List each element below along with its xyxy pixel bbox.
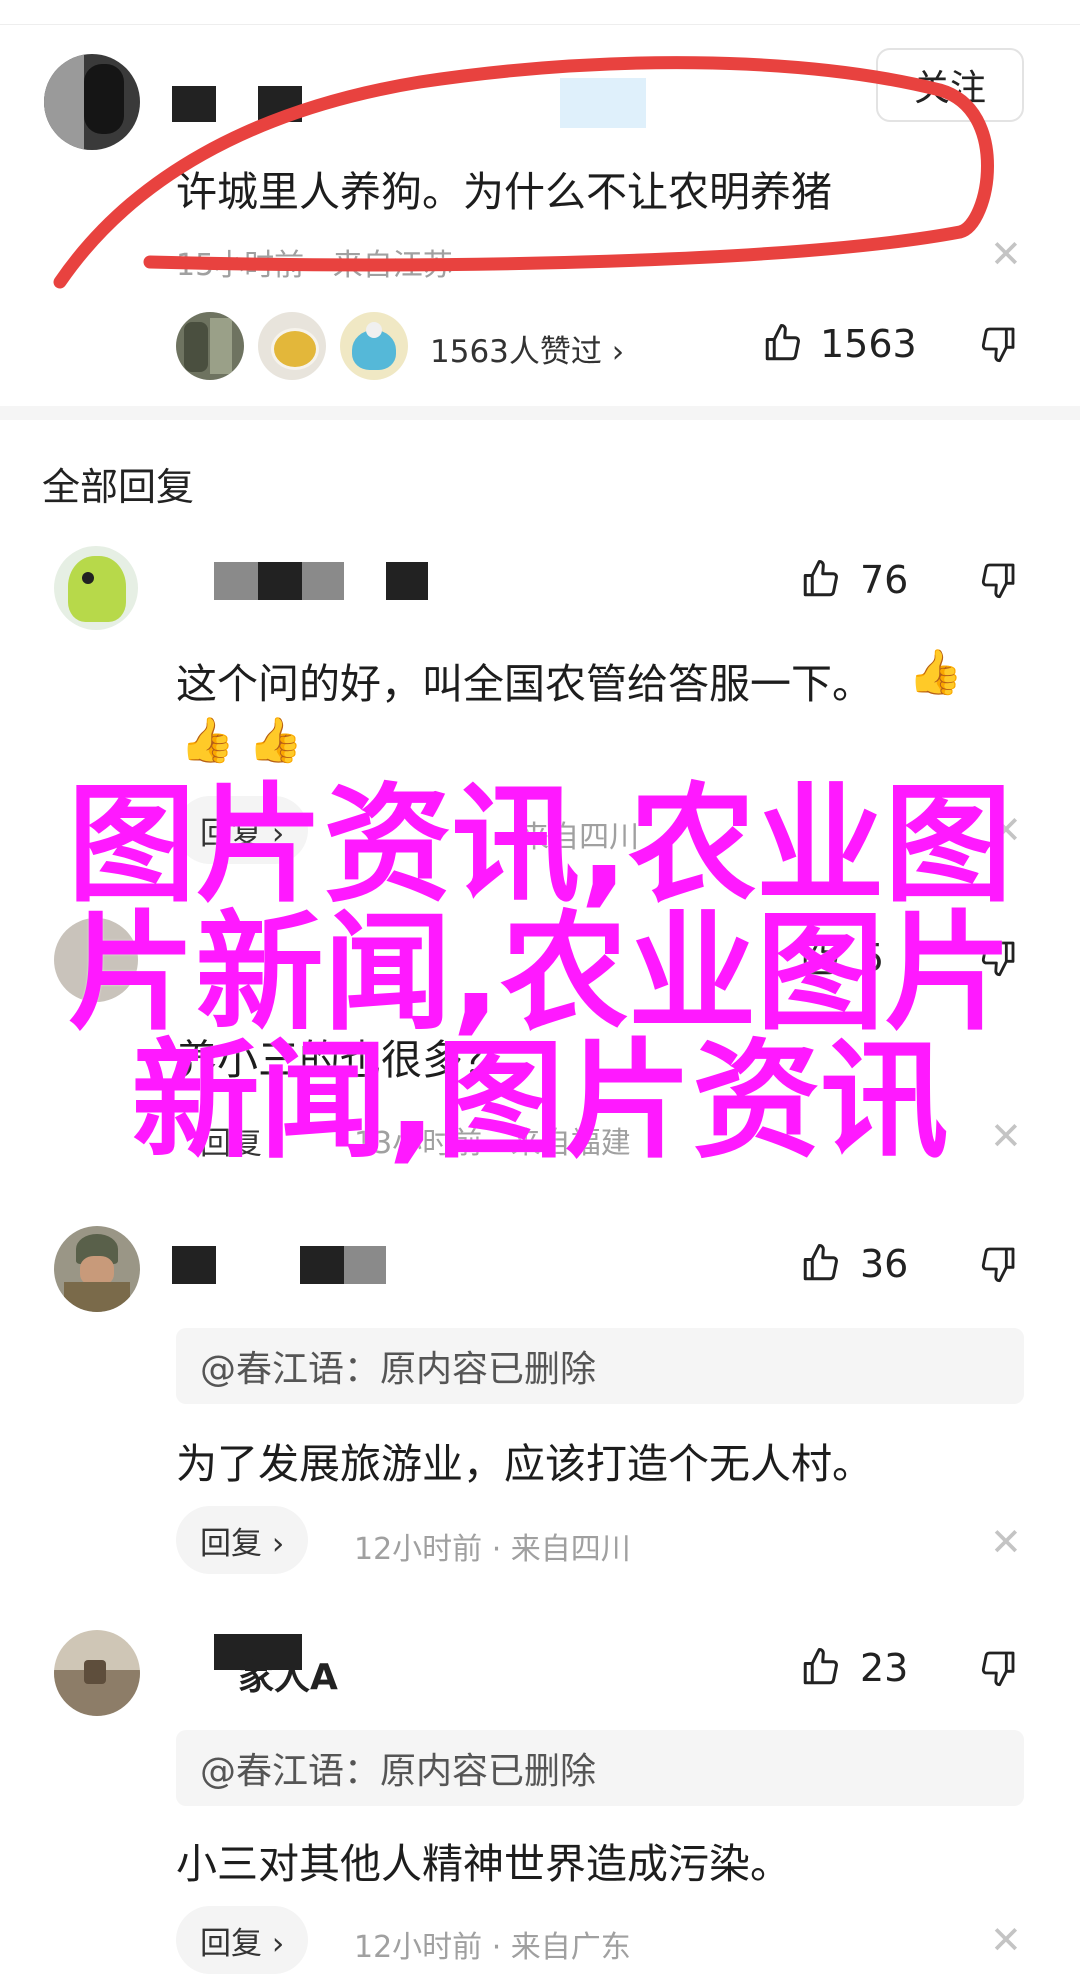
commenter-name-redacted (172, 1246, 216, 1284)
quoted-reply[interactable]: @春江语：原内容已删除 (176, 1328, 1024, 1404)
watermark-overlay-line3: 新闻,图片资讯 (131, 1027, 949, 1176)
likers-summary-link[interactable]: 1563人赞过 › (430, 326, 624, 371)
liker-avatar[interactable] (258, 312, 326, 380)
commenter-avatar[interactable] (54, 546, 138, 630)
commenter-name: 家人A (238, 1657, 338, 1698)
thumbs-up-emoji: 👍 (248, 715, 303, 766)
commenter-name-redacted (302, 562, 344, 600)
like-count: 23 (860, 1646, 909, 1690)
commenter-name-redacted (344, 1246, 386, 1284)
reply-button[interactable]: 回复 › (176, 1506, 309, 1574)
liker-avatar[interactable] (340, 312, 408, 380)
commenter-name-redacted (258, 562, 302, 600)
reply-button[interactable]: 回复 › (176, 1906, 309, 1974)
like-icon[interactable] (762, 322, 804, 364)
section-title: 全部回复 (42, 465, 195, 509)
commenter-avatar[interactable] (54, 1226, 140, 1312)
like-icon[interactable] (800, 1242, 842, 1284)
like-icon[interactable] (800, 558, 842, 600)
like-count: 36 (860, 1242, 909, 1286)
commenter-name-redacted (386, 562, 428, 600)
red-ellipse-annotation (53, 56, 994, 289)
dislike-icon[interactable] (978, 1648, 1018, 1688)
commenter-avatar[interactable] (54, 1630, 140, 1716)
dislike-icon[interactable] (978, 560, 1018, 600)
close-icon[interactable]: ✕ (990, 1918, 1022, 1962)
close-icon[interactable]: ✕ (990, 1520, 1022, 1564)
liker-avatar[interactable] (176, 312, 244, 380)
watermark-overlay-line2: 片新闻,农业图片 (67, 899, 1013, 1048)
dislike-icon[interactable] (978, 1244, 1018, 1284)
comment-text: 这个问的好，叫全国农管给答服一下。 (176, 660, 873, 708)
thumbs-up-emoji: 👍 (180, 715, 235, 766)
commenter-name-redacted (300, 1246, 344, 1284)
like-count: 76 (860, 558, 909, 602)
comment-text: 为了发展旅游业，应该打造个无人村。 (176, 1440, 873, 1488)
comment-text: 小三对其他人精神世界造成污染。 (176, 1840, 791, 1888)
dislike-icon[interactable] (978, 324, 1018, 364)
section-divider (0, 406, 1080, 420)
quoted-reply[interactable]: @春江语：原内容已删除 (176, 1730, 1024, 1806)
like-icon[interactable] (800, 1646, 842, 1688)
watermark-overlay-line1: 图片资讯,农业图 (67, 771, 1013, 920)
comment-meta: 12小时前 · 来自四川 (354, 1532, 631, 1567)
thumbs-up-emoji: 👍 (908, 647, 963, 698)
comment-meta: 12小时前 · 来自广东 (354, 1930, 631, 1965)
like-count: 1563 (820, 322, 917, 366)
commenter-name-redacted (214, 562, 258, 600)
